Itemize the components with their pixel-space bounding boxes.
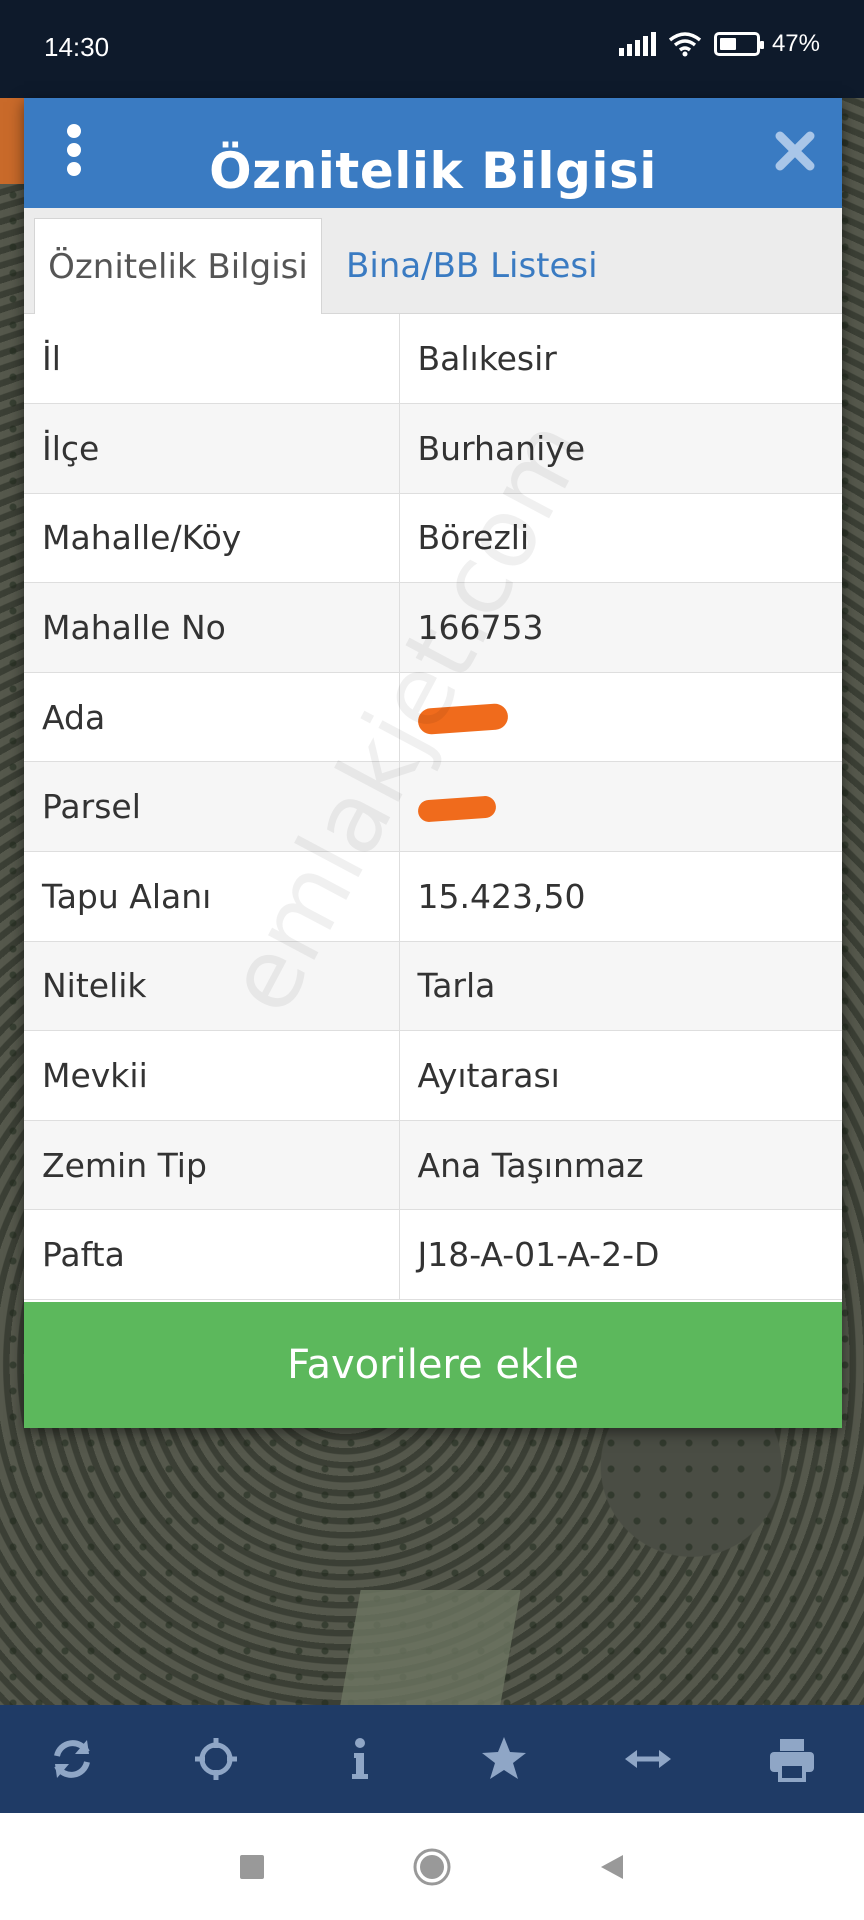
signal-icon <box>618 32 656 56</box>
wifi-icon <box>668 32 702 57</box>
battery-percent: 47% <box>771 30 820 57</box>
row-key: Mahalle No <box>24 582 400 673</box>
row-value: 15.423,50 <box>399 851 842 942</box>
bottom-toolbar <box>0 1705 864 1813</box>
tab-attribute-info[interactable]: Öznitelik Bilgisi <box>34 218 322 314</box>
refresh-icon[interactable] <box>42 1729 102 1789</box>
attribute-dialog: Öznitelik Bilgisi Öznitelik Bilgisi Bina… <box>24 98 842 1428</box>
table-row: İlçe Burhaniye <box>24 403 842 494</box>
table-row: Zemin Tip Ana Taşınmaz <box>24 1120 842 1211</box>
star-icon[interactable] <box>474 1729 534 1789</box>
system-nav-bar <box>0 1813 864 1920</box>
row-key: Ada <box>24 672 400 763</box>
table-row: Mevkii Ayıtarası <box>24 1030 842 1121</box>
map-field <box>339 1590 521 1710</box>
row-value: J18-A-01-A-2-D <box>399 1209 842 1301</box>
tab-building-list[interactable]: Bina/BB Listesi <box>346 218 598 314</box>
arrows-horizontal-icon[interactable] <box>618 1729 678 1789</box>
status-icons: 47% <box>618 30 820 58</box>
table-row: Parsel <box>24 761 842 853</box>
row-key: Pafta <box>24 1209 400 1301</box>
crosshair-icon[interactable] <box>186 1729 246 1789</box>
dialog-header: Öznitelik Bilgisi <box>24 98 842 208</box>
row-value: Ana Taşınmaz <box>399 1120 842 1211</box>
redaction-mark <box>416 795 497 823</box>
row-key: Tapu Alanı <box>24 851 400 942</box>
row-value: Tarla <box>399 941 842 1032</box>
row-value: 166753 <box>399 582 842 673</box>
back-button[interactable] <box>587 1842 637 1892</box>
recents-button[interactable] <box>227 1842 277 1892</box>
battery-icon <box>713 32 764 56</box>
row-value: Börezli <box>399 493 842 584</box>
row-value: Ayıtarası <box>399 1030 842 1121</box>
table-row: Nitelik Tarla <box>24 941 842 1032</box>
row-key: İl <box>24 314 400 405</box>
add-favorite-button[interactable]: Favorilere ekle <box>24 1302 842 1428</box>
table-row: Mahalle/Köy Börezli <box>24 493 842 584</box>
row-value <box>399 761 842 853</box>
table-row: Pafta J18-A-01-A-2-D <box>24 1209 842 1301</box>
row-key: Nitelik <box>24 941 400 1032</box>
table-row: Mahalle No 166753 <box>24 582 842 673</box>
attribute-table: İl Balıkesir İlçe Burhaniye Mahalle/Köy Börez… <box>24 314 842 1301</box>
table-row: Ada <box>24 672 842 763</box>
tab-bar: Öznitelik Bilgisi Bina/BB Listesi <box>24 208 842 314</box>
status-bar: 14:30 47% <box>0 0 864 98</box>
row-key: Mevkii <box>24 1030 400 1121</box>
row-key: Zemin Tip <box>24 1120 400 1211</box>
home-button[interactable] <box>407 1842 457 1892</box>
row-key: Mahalle/Köy <box>24 493 400 584</box>
row-value: Burhaniye <box>399 403 842 494</box>
close-icon[interactable] <box>772 128 818 174</box>
table-row: İl Balıkesir <box>24 314 842 405</box>
row-key: Parsel <box>24 761 400 853</box>
table-row: Tapu Alanı 15.423,50 <box>24 851 842 942</box>
dialog-title: Öznitelik Bilgisi <box>209 142 657 200</box>
status-time: 14:30 <box>44 32 110 62</box>
printer-icon[interactable] <box>762 1729 822 1789</box>
row-value <box>399 672 842 763</box>
row-value: Balıkesir <box>399 314 842 405</box>
redaction-mark <box>416 703 509 736</box>
row-key: İlçe <box>24 403 400 494</box>
info-icon[interactable] <box>330 1729 390 1789</box>
